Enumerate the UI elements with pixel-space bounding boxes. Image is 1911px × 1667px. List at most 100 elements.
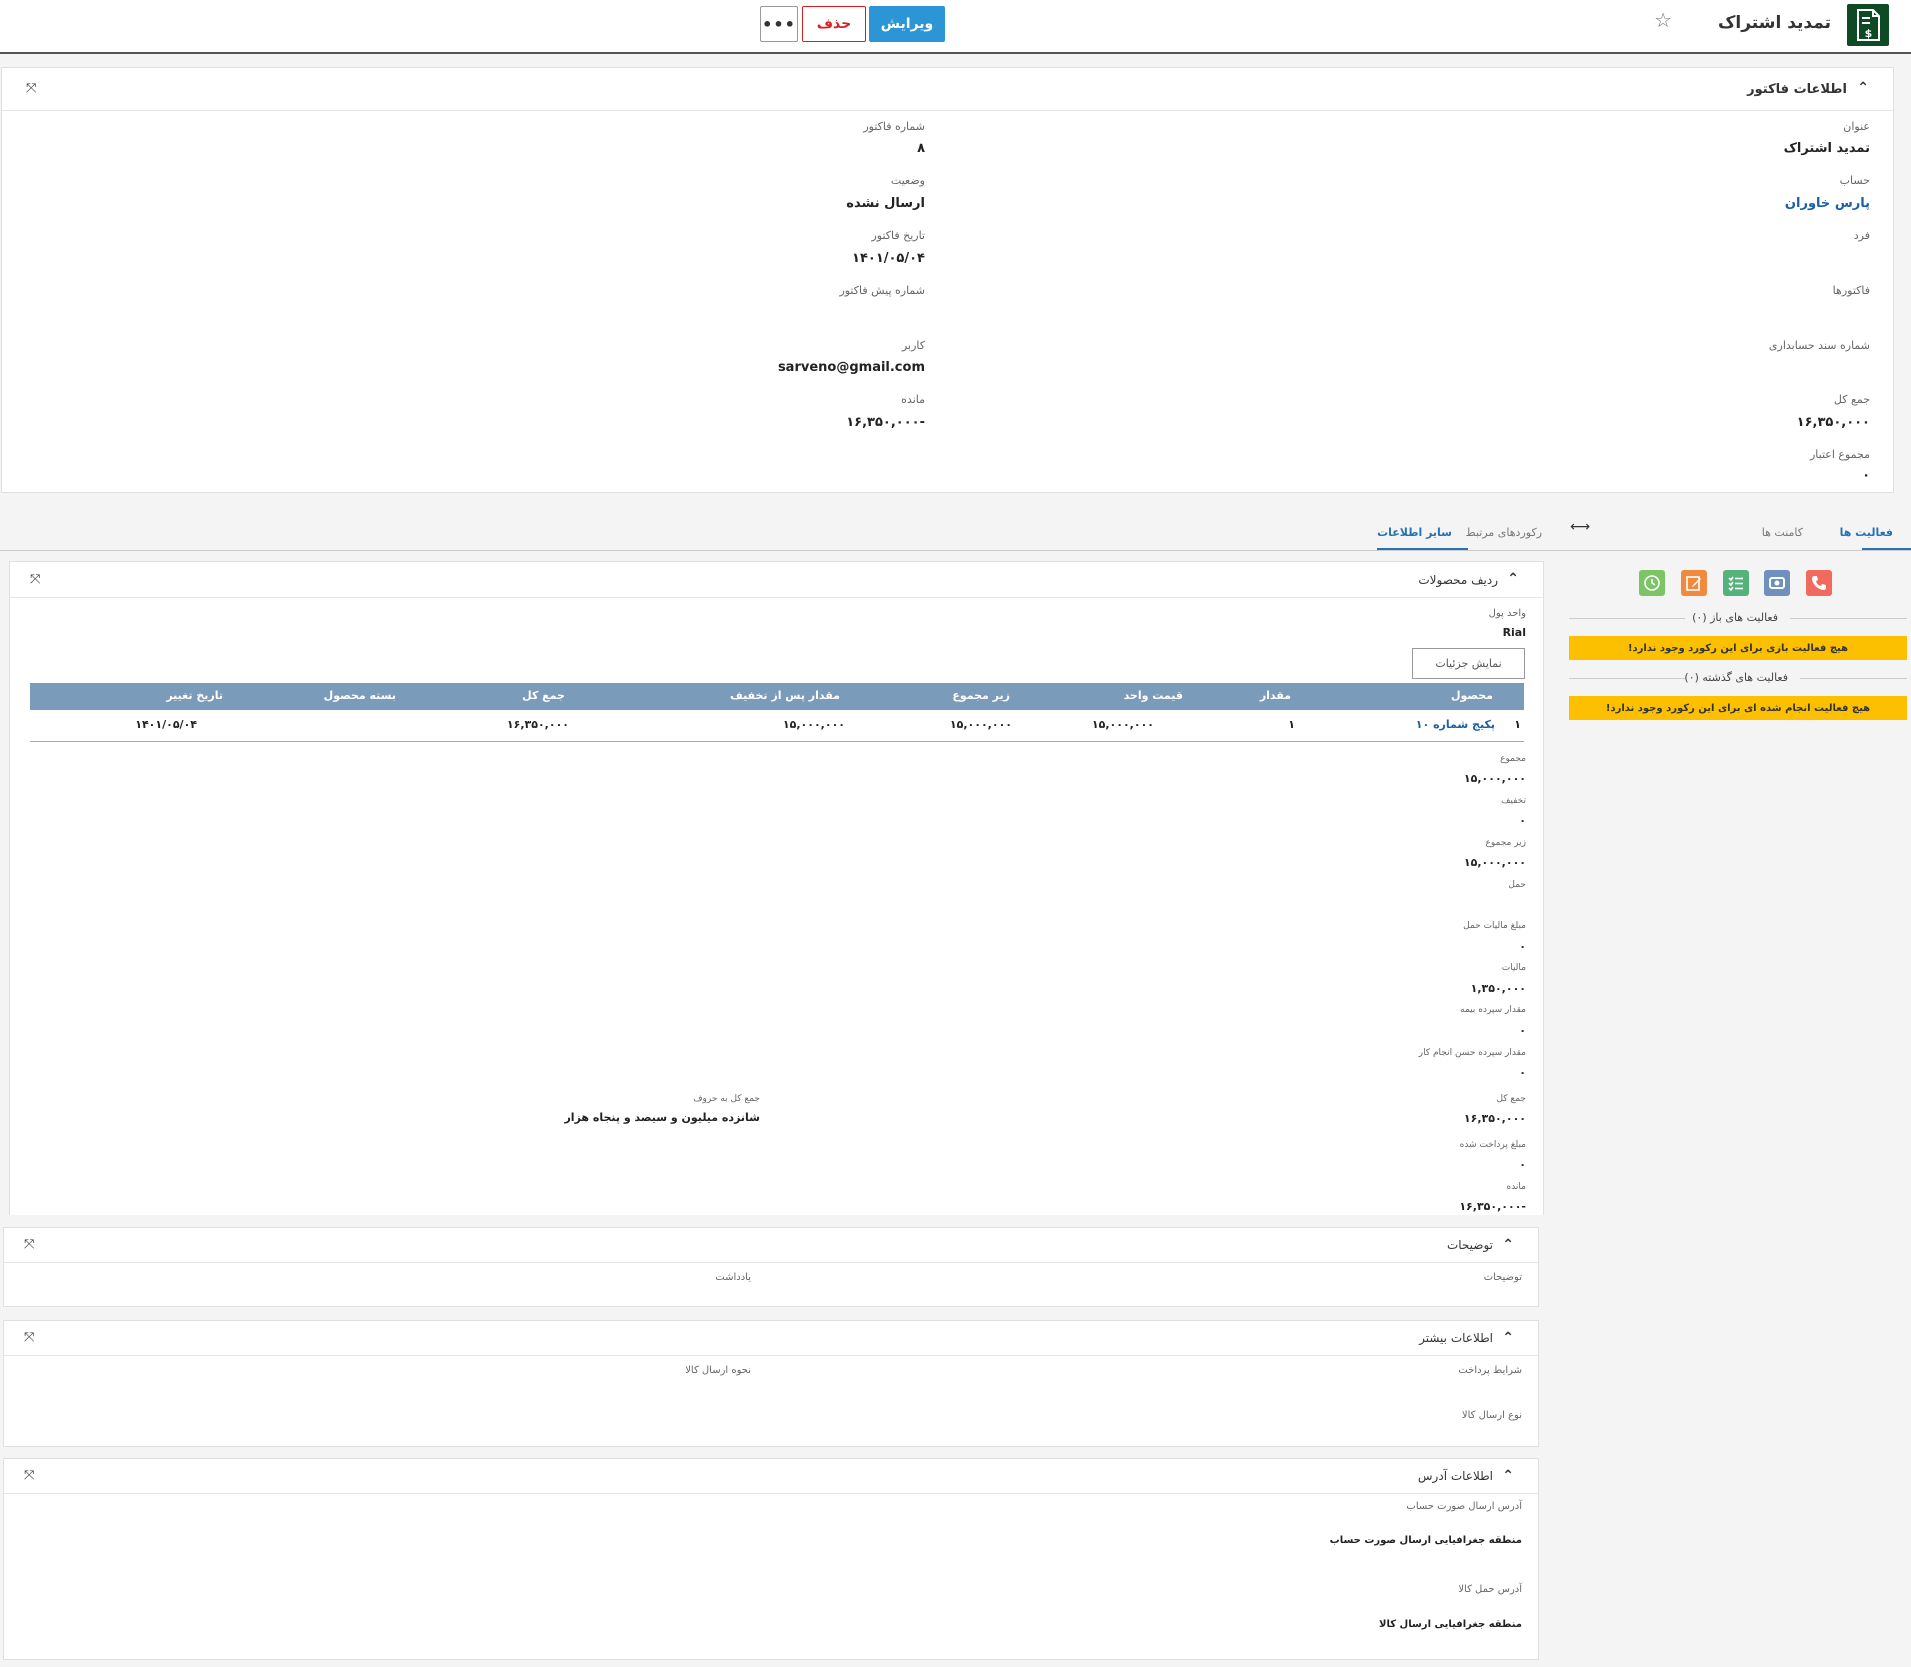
sum-label: مجموع	[1500, 754, 1526, 764]
panel-header[interactable]: ⌃ ردیف محصولات ⤧	[10, 562, 1543, 598]
open-activities-label: فعالیت های باز (۰)	[1692, 611, 1778, 624]
meeting-icon[interactable]	[1764, 570, 1790, 596]
credit-label: مجموع اعتبار	[1809, 448, 1870, 461]
address-panel: ⌃ اطلاعات آدرس ⤧ آدرس ارسال صورت حساب من…	[3, 1458, 1539, 1660]
tab-activities[interactable]: فعالیت ها	[1840, 526, 1893, 539]
expand-icon[interactable]: ⤧	[30, 573, 40, 586]
panel-header[interactable]: ⌃ اطلاعات بیشتر ⤧	[4, 1321, 1538, 1356]
divider	[1800, 678, 1907, 679]
delete-button[interactable]: حذف	[802, 6, 866, 42]
more-actions-button[interactable]: •••	[760, 6, 798, 42]
invoice-date-value: ۱۴۰۱/۰۵/۰۴	[852, 251, 925, 266]
row-changed-date: ۱۴۰۱/۰۵/۰۴	[135, 718, 197, 731]
section-title: توضیحات	[1446, 1238, 1493, 1252]
shipping-tax-label: مبلغ مالیات حمل	[1463, 921, 1526, 931]
tab-active-underline	[1377, 548, 1468, 550]
title-label: عنوان	[1843, 120, 1870, 133]
edit-button[interactable]: ویرایش	[869, 6, 945, 42]
discount-label: تخفیف	[1501, 796, 1526, 806]
svg-text:$: $	[1865, 27, 1873, 40]
col-total[interactable]: جمع کل	[522, 689, 565, 702]
reminder-clock-icon[interactable]	[1639, 570, 1665, 596]
performance-deposit-value: ۰	[1519, 1066, 1526, 1079]
chevron-up-icon[interactable]: ⌃	[1502, 1468, 1514, 1484]
description-label: توضیحات	[1483, 1272, 1522, 1283]
tab-related-records[interactable]: رکوردهای مرتبط	[1466, 526, 1542, 539]
section-title: اطلاعات بیشتر	[1419, 1331, 1493, 1345]
chevron-up-icon[interactable]: ⌃	[1502, 1237, 1514, 1253]
total-in-words-value: شانزده میلیون و سیصد و پنجاه هزار	[564, 1111, 760, 1124]
currency-value: Rial	[1502, 626, 1526, 639]
col-changed-date[interactable]: تاریخ تغییر	[166, 689, 223, 702]
remain-label: مانده	[901, 393, 925, 406]
expand-icon[interactable]: ⤧	[24, 1331, 34, 1344]
row-unit-price: ۱۵,۰۰۰,۰۰۰	[1091, 718, 1154, 731]
tab-comments[interactable]: کامنت ها	[1762, 526, 1803, 539]
chevron-up-icon[interactable]: ⌃	[1507, 571, 1519, 587]
section-title: اطلاعات آدرس	[1417, 1469, 1493, 1483]
invoice-info-panel: ⌃ اطلاعات فاکتور ⤧	[1, 67, 1894, 493]
shipping-label: حمل	[1508, 880, 1526, 890]
col-subtotal[interactable]: زیر مجموع	[952, 689, 1010, 702]
divider	[1790, 618, 1907, 619]
descriptions-panel: ⌃ توضیحات ⤧ توضیحات یادداشت	[3, 1227, 1539, 1307]
chevron-up-icon[interactable]: ⌃	[1502, 1330, 1514, 1346]
shipping-address-label: آدرس حمل کالا	[1458, 1584, 1522, 1595]
product-link[interactable]: پکیج شماره ۱۰	[1416, 718, 1495, 731]
record-header: $ تمدید اشتراک ☆ ویرایش حذف •••	[0, 0, 1911, 54]
total-value: ۱۶,۳۵۰,۰۰۰	[1796, 415, 1870, 430]
shipping-tax-value: ۰	[1519, 940, 1526, 953]
chevron-up-icon[interactable]: ⌃	[1857, 80, 1869, 96]
remain-value: -۱۶,۳۵۰,۰۰۰	[846, 415, 925, 430]
tab-other-info[interactable]: سایر اطلاعات	[1377, 526, 1452, 539]
balance-label: مانده	[1506, 1182, 1526, 1192]
expand-icon[interactable]: ⤧	[24, 1238, 34, 1251]
invoice-date-label: تاریخ فاکتور	[871, 229, 925, 242]
proforma-number-label: شماره پیش فاکتور	[839, 284, 925, 297]
panel-header[interactable]: ⌃ اطلاعات فاکتور ⤧	[2, 68, 1893, 111]
note-label: یادداشت	[715, 1272, 751, 1283]
grand-total-value: ۱۶,۳۵۰,۰۰۰	[1463, 1112, 1526, 1125]
discount-value: ۰	[1519, 814, 1526, 827]
billing-region-label: منطقه جغرافیایی ارسال صورت حساب	[1329, 1535, 1522, 1546]
balance-value: -۱۶,۳۵۰,۰۰۰	[1459, 1200, 1526, 1213]
section-title: اطلاعات فاکتور	[1747, 82, 1847, 97]
col-after-discount[interactable]: مقدار پس از تخفیف	[730, 689, 840, 702]
tabs-strip	[0, 515, 1911, 551]
invoice-document-icon: $	[1847, 4, 1889, 46]
col-package[interactable]: بسته محصول	[324, 689, 396, 702]
paid-value: ۰	[1519, 1158, 1526, 1171]
subtotal-value: ۱۵,۰۰۰,۰۰۰	[1463, 856, 1526, 869]
account-label: حساب	[1839, 174, 1870, 187]
account-link[interactable]: پارس خاوران	[1785, 196, 1870, 211]
task-list-icon[interactable]	[1723, 570, 1749, 596]
credit-value: ۰	[1862, 468, 1870, 483]
status-value: ارسال نشده	[846, 196, 925, 211]
insurance-value: ۰	[1519, 1024, 1526, 1037]
col-product[interactable]: محصول	[1451, 689, 1493, 702]
invoices-label: فاکتورها	[1832, 284, 1870, 297]
section-title: ردیف محصولات	[1418, 573, 1498, 587]
swap-panels-icon[interactable]: ⟷	[1570, 519, 1590, 535]
products-panel: ⌃ ردیف محصولات ⤧	[9, 561, 1544, 1215]
tax-value: ۱,۳۵۰,۰۰۰	[1470, 982, 1526, 995]
paid-label: مبلغ پرداخت شده	[1459, 1140, 1526, 1150]
invoice-number-value: ۸	[917, 141, 925, 156]
user-value: sarveno@gmail.com	[777, 360, 925, 375]
grand-total-label: جمع کل	[1496, 1094, 1526, 1104]
note-edit-icon[interactable]	[1681, 570, 1707, 596]
panel-header[interactable]: ⌃ توضیحات ⤧	[4, 1228, 1538, 1263]
record-title: تمدید اشتراک	[1717, 13, 1831, 33]
show-details-button[interactable]: نمایش جزئیات	[1412, 648, 1525, 679]
panel-header[interactable]: ⌃ اطلاعات آدرس ⤧	[4, 1459, 1538, 1494]
col-quantity[interactable]: مقدار	[1260, 689, 1291, 702]
tax-label: مالیات	[1501, 963, 1526, 973]
star-icon[interactable]: ☆	[1654, 10, 1672, 30]
phone-call-icon[interactable]	[1806, 570, 1832, 596]
divider	[1569, 678, 1685, 679]
sum-value: ۱۵,۰۰۰,۰۰۰	[1463, 772, 1526, 785]
total-label: جمع کل	[1833, 393, 1870, 406]
col-unit-price[interactable]: قیمت واحد	[1124, 689, 1183, 702]
expand-icon[interactable]: ⤧	[24, 1469, 34, 1482]
expand-icon[interactable]: ⤧	[26, 82, 36, 95]
